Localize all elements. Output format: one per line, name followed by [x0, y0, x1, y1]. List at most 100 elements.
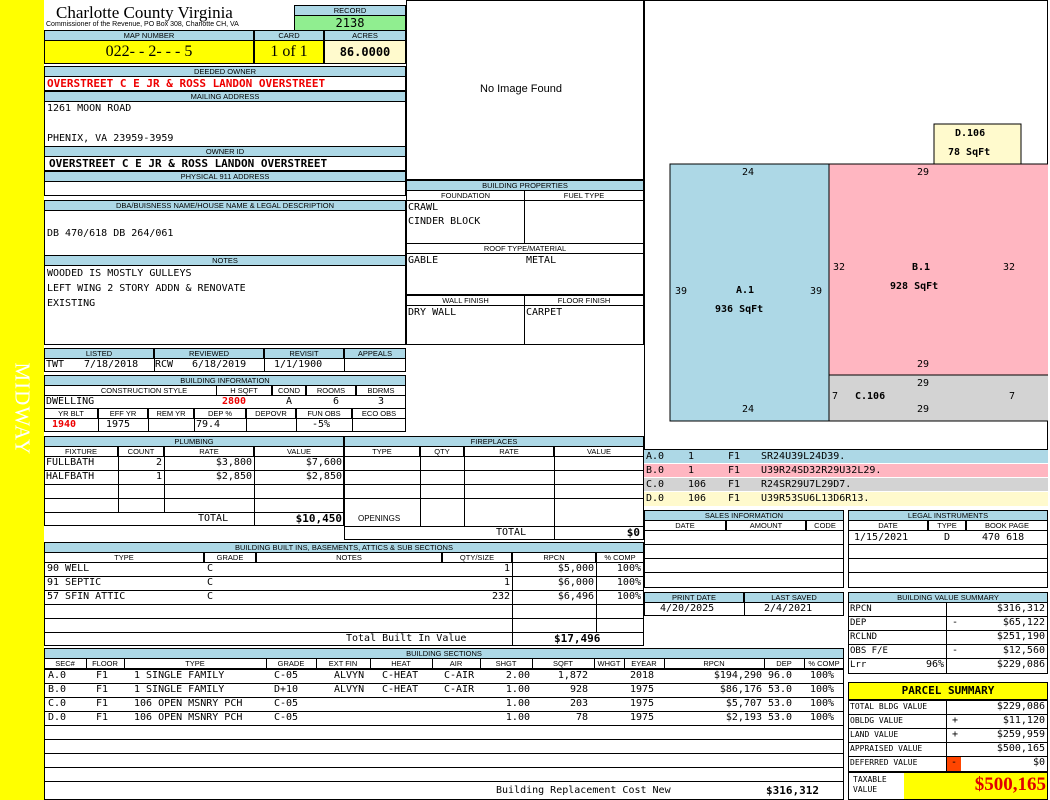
builtins-comp: 100%: [616, 591, 641, 602]
parcel-label: TOTAL BLDG VALUE: [850, 702, 928, 711]
dim-b-bottom: 29: [917, 359, 930, 370]
parcel-value: $500,165: [996, 743, 1045, 754]
section-heat: C-HEAT: [382, 684, 419, 695]
commissioner-line: Commissioner of the Revenue, PO Box 308,…: [46, 21, 239, 28]
section-grade: C-05: [274, 670, 299, 681]
sections-col-extfin: EXT FIN: [328, 659, 358, 668]
sections-col-sqft: SQFT: [553, 659, 573, 668]
legend-code: 1: [688, 465, 695, 476]
section-grade: C-05: [274, 712, 299, 723]
legend-sec: C.0: [646, 479, 665, 490]
legend-code: 106: [688, 479, 707, 490]
legal-bookpage: 470 618: [982, 532, 1025, 543]
rule: [848, 544, 1048, 545]
builtins-total-label: Total Built In Value: [346, 633, 467, 644]
section-rpcn: $2,193: [725, 712, 762, 723]
replacement-cost: $316,312: [766, 784, 819, 797]
section-comp: 100%: [810, 670, 835, 681]
section-extfin: ALVYN: [334, 670, 365, 681]
legend-row: C.0 106 F1 R24SR29U7L29D7.: [644, 478, 1048, 492]
section-row: A.0 F1 1 SINGLE FAMILY C-05 ALVYN C-HEAT…: [44, 669, 844, 683]
rule: [296, 418, 297, 432]
sections-col-air: AIR: [449, 659, 463, 668]
builtins-type: 90 WELL: [47, 563, 90, 574]
section-air: C-AIR: [444, 670, 475, 681]
builtins-row: 91 SEPTIC C 1 $6,000 100%: [44, 576, 644, 590]
area-b-sqft: 928 SqFt: [890, 281, 939, 292]
plumbing-total-label: TOTAL: [198, 513, 229, 524]
legal-date: 1/15/2021: [854, 532, 909, 543]
legend-floor: F1: [728, 493, 741, 504]
section-heat: C-HEAT: [382, 670, 419, 681]
section-rpcn: $194,290: [713, 670, 762, 681]
dim-a-bottom: 24: [742, 404, 755, 415]
bvs-value: $229,086: [996, 659, 1045, 670]
dim-c-top: 29: [917, 378, 930, 389]
bvs-label: DEP: [850, 618, 867, 628]
sections-col-eyear: EYEAR: [631, 659, 657, 668]
mailing-address-line2: PHENIX, VA 23959-3959: [47, 133, 174, 144]
rule: [44, 604, 644, 605]
bvs-row: RPCN $316,312: [848, 602, 1048, 616]
plumbing-fixture-1: FULLBATH: [46, 457, 95, 468]
taxable-label: TAXABLE VALUE: [853, 775, 887, 794]
rule: [316, 658, 317, 669]
rule: [148, 418, 149, 432]
sketch-area-b: [828, 163, 1048, 376]
plumbing-rate-2: $2,850: [215, 471, 252, 482]
section-dep: 96.0: [768, 670, 793, 681]
section-type: 1 SINGLE FAMILY: [134, 684, 225, 695]
legend-code: 1: [688, 451, 695, 462]
rule: [664, 658, 665, 669]
builtins-comp: 100%: [616, 563, 641, 574]
rooms-value: 6: [333, 396, 340, 407]
dim-c-bottom: 29: [917, 404, 930, 415]
rule: [532, 658, 533, 669]
sections-col-dep: DEP: [776, 659, 792, 668]
rule: [420, 456, 421, 526]
print-date: 4/20/2025: [660, 603, 715, 614]
parcel-label: LAND VALUE: [850, 730, 899, 739]
notes-line-3: EXISTING: [47, 298, 96, 309]
section-shgt: 1.00: [505, 684, 530, 695]
section-sec: A.0: [48, 670, 67, 681]
area-a-sqft: 936 SqFt: [715, 304, 764, 315]
sections-col-rpcn: RPCN: [703, 659, 725, 668]
section-eyear: 1975: [630, 712, 655, 723]
section-sqft: 928: [569, 684, 588, 695]
county-title: Charlotte County Virginia: [56, 3, 233, 22]
builtins-qty: 232: [491, 591, 510, 602]
plumbing-fixture-2: HALFBATH: [46, 471, 95, 482]
section-comp: 100%: [810, 684, 835, 695]
section-dep: 53.0: [768, 684, 793, 695]
bvs-value: $12,560: [1002, 645, 1045, 656]
section-eyear: 2018: [630, 670, 655, 681]
section-eyear: 1975: [630, 684, 655, 695]
bvs-row: DEP - $65,122: [848, 616, 1048, 630]
section-shgt: 2.00: [505, 670, 530, 681]
plumbing-rate-1: $3,800: [215, 457, 252, 468]
rule: [98, 418, 99, 432]
rule: [246, 418, 247, 432]
rule: [344, 498, 644, 499]
rule: [370, 658, 371, 669]
legend-row: B.0 1 F1 U39R24SD32R29U32L29.: [644, 464, 1048, 478]
bvs-label: RCLND: [850, 632, 878, 642]
section-grade: C-05: [274, 698, 299, 709]
parcel-value: $229,086: [996, 701, 1045, 712]
sections-col-comp: % COMP: [808, 659, 840, 668]
section-sqft: 78: [575, 712, 588, 723]
rule: [344, 484, 644, 485]
rule: [344, 470, 644, 471]
bvs-row: Lrr 96% $229,086: [848, 658, 1048, 672]
parcel-row: APPRAISED VALUE $500,165: [848, 742, 1048, 756]
section-sec: D.0: [48, 712, 67, 723]
builtins-grade: C: [207, 577, 214, 588]
physical-address: [44, 181, 406, 196]
parcel-value: $11,120: [1002, 715, 1045, 726]
rule: [44, 739, 844, 740]
builtins-row: 57 SFIN ATTIC C 232 $6,496 100%: [44, 590, 644, 604]
builtins-qty: 1: [503, 563, 510, 574]
dim-b-top: 29: [917, 167, 930, 178]
legend-sec: A.0: [646, 451, 665, 462]
